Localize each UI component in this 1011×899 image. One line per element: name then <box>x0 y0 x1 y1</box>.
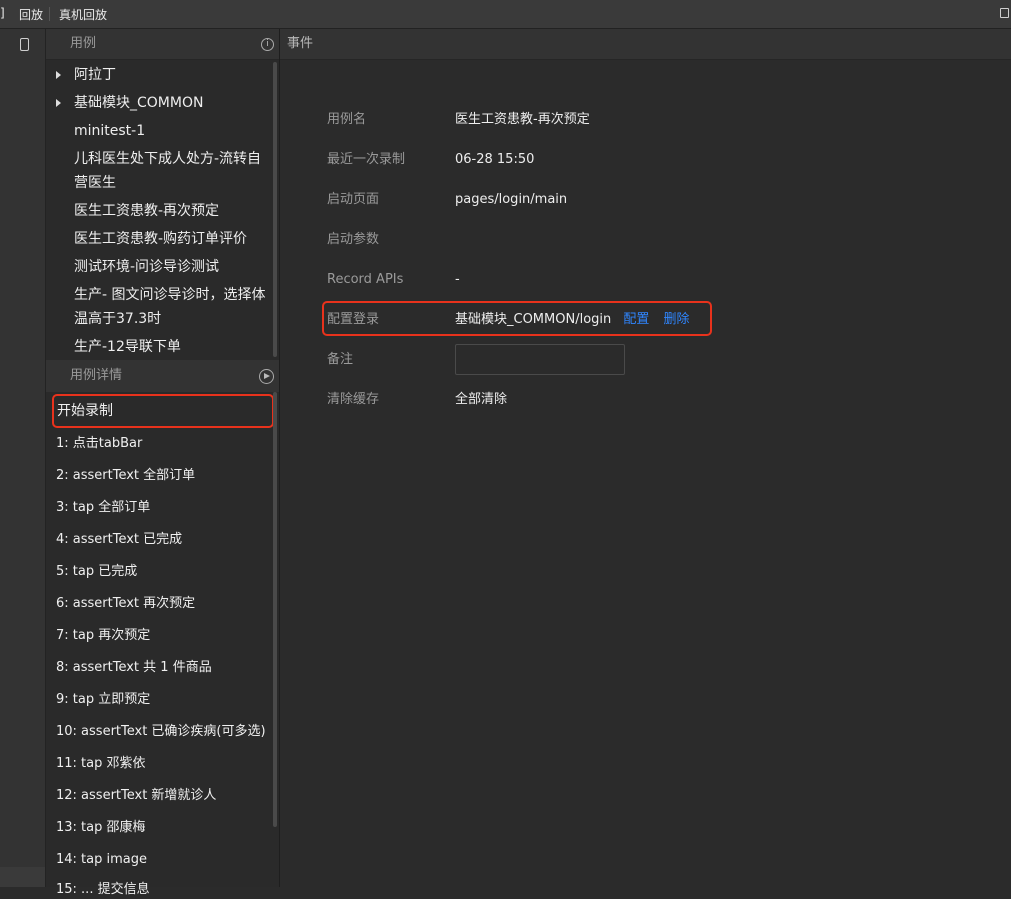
cases-header-title: 用例 <box>70 36 97 51</box>
start-page-label: 启动页面 <box>327 192 380 207</box>
case-item-aladdin[interactable]: 阿拉丁 <box>56 63 274 87</box>
event-detail-pane: 用例名 医生工资患教-再次预定 最近一次录制 06-28 15:50 启动页面 … <box>280 60 1011 887</box>
menu-fragment: ] <box>0 6 5 20</box>
cases-scrollbar[interactable] <box>273 62 277 357</box>
window-icon[interactable] <box>1000 8 1009 18</box>
case-item-rebook[interactable]: 医生工资患教-再次预定 <box>74 199 274 223</box>
step-item[interactable]: 10: assertText 已确诊疾病(可多选) <box>56 723 266 741</box>
note-label: 备注 <box>327 352 354 367</box>
step-item[interactable]: 7: tap 再次预定 <box>56 627 150 645</box>
play-icon[interactable] <box>259 369 274 384</box>
cases-list: 阿拉丁 基础模块_COMMON minitest-1 儿科医生处下成人处方-流转… <box>46 60 279 360</box>
case-item-label: 生产- 图文问诊导诊时，选择体温高于37.3时 <box>74 287 266 327</box>
case-item-label: 医生工资患教-购药订单评价 <box>74 231 248 247</box>
login-config-label: 配置登录 <box>327 312 380 327</box>
case-item-label: 测试环境-问诊导诊测试 <box>74 259 220 275</box>
case-detail-header-title: 用例详情 <box>70 368 123 383</box>
steps-list: 开始录制 1: 点击tabBar 2: assertText 全部订单 3: t… <box>46 392 279 897</box>
case-item-test-env[interactable]: 测试环境-问诊导诊测试 <box>74 255 274 279</box>
case-item-label: 基础模块_COMMON <box>74 95 204 111</box>
case-detail-header: 用例详情 <box>46 360 279 392</box>
case-item-pediatric[interactable]: 儿科医生处下成人处方-流转自营医生 <box>74 147 274 195</box>
case-item-label: minitest-1 <box>74 123 146 139</box>
left-toolbar <box>0 29 46 887</box>
step-item[interactable]: 5: tap 已完成 <box>56 563 137 581</box>
login-config-value: 基础模块_COMMON/login <box>455 312 612 327</box>
case-item-label: 阿拉丁 <box>74 67 116 83</box>
start-params-label: 启动参数 <box>327 232 380 247</box>
step-item[interactable]: 1: 点击tabBar <box>56 435 142 453</box>
step-item[interactable]: 11: tap 邓紫依 <box>56 755 146 773</box>
step-item[interactable]: 14: tap image <box>56 851 147 869</box>
case-item-review[interactable]: 医生工资患教-购药订单评价 <box>74 227 274 251</box>
last-recorded-value: 06-28 15:50 <box>455 152 535 167</box>
step-item[interactable]: 3: tap 全部订单 <box>56 499 150 517</box>
login-config-row: 基础模块_COMMON/login 配置 删除 <box>455 310 690 330</box>
expand-caret-icon[interactable] <box>56 99 61 107</box>
case-item-temperature[interactable]: 生产- 图文问诊导诊时，选择体温高于37.3时 <box>74 283 274 331</box>
note-input[interactable] <box>455 344 625 375</box>
start-recording-button[interactable]: 开始录制 <box>52 394 274 428</box>
record-apis-label: Record APIs <box>327 272 404 287</box>
cases-header: 用例 i <box>46 29 279 60</box>
case-item-label: 医生工资患教-再次预定 <box>74 203 220 219</box>
menu-playback[interactable]: 回放 <box>19 6 43 23</box>
step-item[interactable]: 12: assertText 新增就诊人 <box>56 787 216 805</box>
case-item-label: 儿科医生处下成人处方-流转自营医生 <box>74 151 262 191</box>
step-item[interactable]: 9: tap 立即预定 <box>56 691 150 709</box>
step-item[interactable]: 8: assertText 共 1 件商品 <box>56 659 212 677</box>
clear-cache-label: 清除缓存 <box>327 392 380 407</box>
step-item[interactable]: 13: tap 邵康梅 <box>56 819 146 837</box>
case-name-label: 用例名 <box>327 112 367 127</box>
expand-caret-icon[interactable] <box>56 71 61 79</box>
case-name-value: 医生工资患教-再次预定 <box>455 112 590 127</box>
case-item-ecg[interactable]: 生产-12导联下单 <box>74 335 274 359</box>
events-header-title: 事件 <box>287 36 314 51</box>
configure-link[interactable]: 配置 <box>623 312 649 327</box>
delete-link[interactable]: 删除 <box>664 312 690 327</box>
step-item[interactable]: 4: assertText 已完成 <box>56 531 182 549</box>
info-icon[interactable]: i <box>261 38 274 51</box>
step-item[interactable]: 6: assertText 再次预定 <box>56 595 195 613</box>
case-item-minitest[interactable]: minitest-1 <box>74 119 274 143</box>
menu-separator <box>49 7 50 21</box>
steps-scrollbar[interactable] <box>273 392 277 827</box>
start-page-value: pages/login/main <box>455 192 568 207</box>
menu-device-playback[interactable]: 真机回放 <box>59 6 107 23</box>
events-header: 事件 <box>280 29 1011 60</box>
last-recorded-label: 最近一次录制 <box>327 152 406 167</box>
step-item[interactable]: 15: ... 提交信息 <box>56 881 150 899</box>
top-menu-bar: ] 回放 真机回放 <box>0 0 1011 29</box>
phone-icon[interactable] <box>20 38 29 51</box>
case-item-common[interactable]: 基础模块_COMMON <box>56 91 274 115</box>
case-item-label: 生产-12导联下单 <box>74 339 181 355</box>
clear-all-button[interactable]: 全部清除 <box>455 390 507 410</box>
left-toolbar-footer <box>0 867 45 887</box>
record-apis-value: - <box>455 272 460 287</box>
step-item[interactable]: 2: assertText 全部订单 <box>56 467 195 485</box>
